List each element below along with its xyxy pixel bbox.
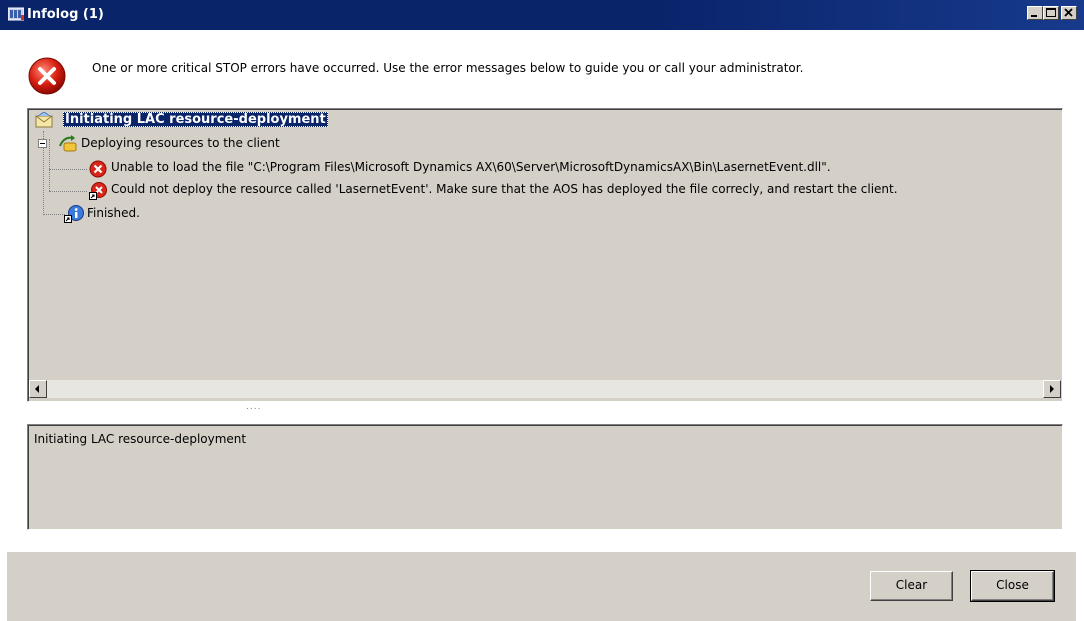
splitter-grip[interactable]: .... xyxy=(246,402,261,412)
scroll-right-button[interactable] xyxy=(1043,380,1061,398)
clear-button[interactable]: Clear xyxy=(870,571,953,601)
close-window-button[interactable] xyxy=(1061,6,1077,20)
detail-panel: Initiating LAC resource-deployment xyxy=(27,424,1063,530)
minimize-icon xyxy=(1031,15,1037,17)
scroll-left-button[interactable] xyxy=(29,380,47,398)
collapse-toggle[interactable] xyxy=(38,139,47,148)
arrow-left-icon xyxy=(35,385,39,393)
close-icon xyxy=(1064,8,1073,17)
close-button[interactable]: Close xyxy=(970,570,1055,602)
button-bar: Clear Close xyxy=(7,552,1076,621)
tree-finished-item[interactable]: Finished. xyxy=(87,206,140,220)
tree-group-item[interactable]: Deploying resources to the client xyxy=(81,136,280,150)
horizontal-scrollbar[interactable] xyxy=(29,380,1061,398)
message-tree[interactable]: Initiating LAC resource-deployment Deplo… xyxy=(27,108,1063,402)
header-message: One or more critical STOP errors have oc… xyxy=(92,61,804,75)
tree-error-item[interactable]: Could not deploy the resource called 'La… xyxy=(111,182,898,196)
arrow-right-icon xyxy=(1050,385,1054,393)
title-bar[interactable]: Infolog (1) xyxy=(0,0,1084,30)
deploy-icon xyxy=(59,135,77,152)
detail-text: Initiating LAC resource-deployment xyxy=(34,432,247,446)
tree-line xyxy=(49,169,87,170)
minimize-button[interactable] xyxy=(1027,6,1043,20)
error-icon xyxy=(89,160,107,178)
envelope-icon xyxy=(35,112,53,128)
maximize-button[interactable] xyxy=(1043,6,1059,20)
tree-line xyxy=(43,214,65,215)
tree-line xyxy=(49,191,87,192)
maximize-icon xyxy=(1046,8,1056,17)
window-icon xyxy=(8,7,24,21)
tree-root-item[interactable]: Initiating LAC resource-deployment xyxy=(63,112,328,127)
error-shortcut-icon xyxy=(89,182,107,200)
stop-error-icon xyxy=(28,57,66,95)
window-title: Infolog (1) xyxy=(27,7,104,22)
tree-error-item[interactable]: Unable to load the file "C:\Program File… xyxy=(111,160,831,174)
info-shortcut-icon xyxy=(64,205,84,223)
tree-line xyxy=(49,139,50,191)
minus-icon xyxy=(40,143,45,144)
